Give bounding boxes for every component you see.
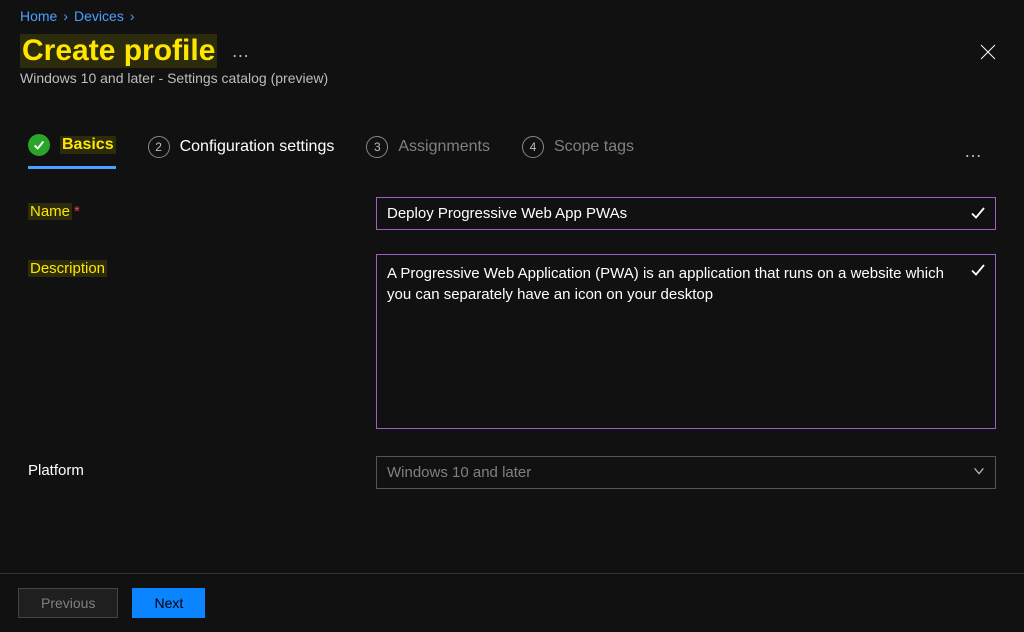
tab-scope-tags[interactable]: 4 Scope tags — [522, 136, 634, 168]
form-row-description: Description — [28, 254, 996, 432]
step-number-icon: 2 — [148, 136, 170, 158]
step-number-icon: 4 — [522, 136, 544, 158]
chevron-down-icon — [972, 464, 986, 481]
previous-button[interactable]: Previous — [18, 588, 118, 618]
platform-select[interactable]: Windows 10 and later — [376, 456, 996, 489]
page-title: Create profile — [20, 34, 217, 68]
required-asterisk: * — [74, 203, 80, 220]
step-number-icon: 3 — [366, 136, 388, 158]
tab-label: Configuration settings — [180, 138, 335, 156]
chevron-right-icon: › — [63, 8, 68, 24]
tab-label: Assignments — [398, 138, 490, 156]
platform-label: Platform — [28, 456, 376, 479]
check-circle-icon — [28, 134, 50, 156]
tab-label: Basics — [60, 136, 116, 154]
description-label: Description — [28, 254, 376, 277]
breadcrumb-home[interactable]: Home — [20, 8, 57, 24]
page-subtitle: Windows 10 and later - Settings catalog … — [20, 70, 328, 86]
page-header: Create profile … Windows 10 and later - … — [0, 28, 1024, 94]
description-input[interactable] — [376, 254, 996, 429]
tab-label: Scope tags — [554, 138, 634, 156]
name-input[interactable] — [376, 197, 996, 230]
form-row-name: Name* — [28, 197, 996, 230]
wizard-tabs: Basics 2 Configuration settings 3 Assign… — [0, 94, 1024, 169]
breadcrumb: Home › Devices › — [0, 0, 1024, 28]
tabs-more-icon[interactable]: … — [964, 141, 996, 162]
form-row-platform: Platform Windows 10 and later — [28, 456, 996, 489]
more-icon[interactable]: … — [231, 41, 251, 62]
form: Name* Description Platform Windows 10 an… — [0, 169, 1024, 489]
tab-assignments[interactable]: 3 Assignments — [366, 136, 490, 168]
tab-basics[interactable]: Basics — [28, 134, 116, 169]
chevron-right-icon: › — [130, 8, 135, 24]
checkmark-icon — [970, 205, 986, 224]
close-icon[interactable] — [972, 40, 1004, 69]
next-button[interactable]: Next — [132, 588, 205, 618]
footer: Previous Next — [0, 573, 1024, 632]
tab-configuration-settings[interactable]: 2 Configuration settings — [148, 136, 335, 168]
name-label: Name* — [28, 197, 376, 220]
checkmark-icon — [970, 262, 986, 281]
breadcrumb-devices[interactable]: Devices — [74, 8, 124, 24]
